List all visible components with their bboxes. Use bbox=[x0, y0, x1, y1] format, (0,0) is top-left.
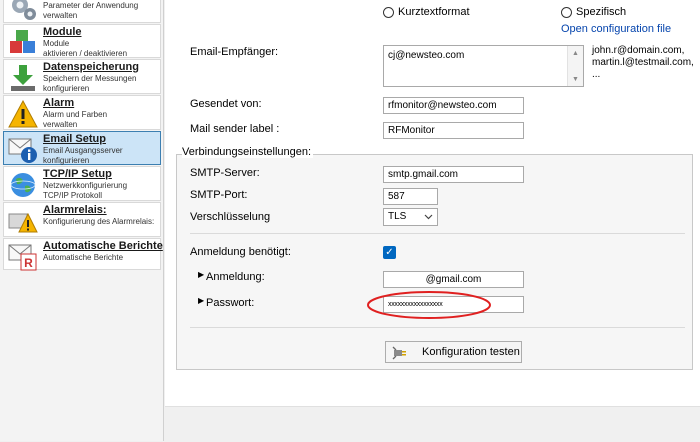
auth-required-label: Anmeldung benötigt: bbox=[190, 246, 291, 258]
sidebar-item-desc: Parameter der Anwendung verwalten bbox=[43, 1, 139, 20]
sidebar-item-desc: Netzwerkkonfigurierung TCP/IP Protokoll bbox=[43, 181, 128, 200]
settings-sidebar: Parameter der Anwendung verwalten Module… bbox=[0, 0, 164, 441]
login-input[interactable]: @gmail.com bbox=[383, 271, 524, 288]
sidebar-item-title: TCP/IP Setup bbox=[43, 168, 112, 180]
auth-required-checkbox[interactable]: ✓ bbox=[383, 246, 396, 259]
cubes-icon bbox=[10, 30, 35, 53]
smtp-server-input[interactable]: smtp.gmail.com bbox=[383, 166, 524, 183]
email-recipient-hint: john.r@domain.com, martin.l@testmail.com… bbox=[592, 45, 694, 80]
scroll-up-icon[interactable]: ▲ bbox=[572, 50, 579, 57]
sidebar-item-title: Alarm bbox=[43, 97, 75, 109]
smtp-port-label: SMTP-Port: bbox=[190, 189, 248, 201]
relay-warning-icon bbox=[8, 212, 38, 233]
scroll-down-icon[interactable]: ▼ bbox=[572, 76, 579, 83]
sidebar-item-desc: Alarm und Farben verwalten bbox=[43, 110, 108, 129]
download-icon bbox=[11, 65, 35, 91]
sidebar-item-desc: Konfigurierung des Alarmrelais: bbox=[43, 217, 155, 226]
sidebar-item-alarm[interactable]: Alarm Alarm und Farben verwalten bbox=[3, 95, 161, 130]
gears-icon bbox=[12, 0, 36, 20]
radio-kurztextformat-label: Kurztextformat bbox=[398, 6, 470, 18]
email-recipient-label: Email-Empfänger: bbox=[190, 46, 279, 58]
email-recipient-textarea[interactable]: cj@newsteo.com ▲ ▼ bbox=[383, 45, 584, 87]
sidebar-item-email-setup[interactable]: Email Setup Email Ausgangsserver konfigu… bbox=[3, 131, 161, 165]
password-label: Passwort: bbox=[206, 297, 255, 309]
expand-arrow-icon[interactable]: ▶ bbox=[198, 270, 204, 279]
sidebar-item-title: Datenspeicherung bbox=[43, 61, 139, 73]
mail-sender-label-label: Mail sender label : bbox=[190, 123, 280, 135]
sidebar-item-desc: Module aktivieren / deaktivieren bbox=[43, 39, 128, 58]
sidebar-item-module[interactable]: Module Module aktivieren / deaktivieren bbox=[3, 24, 161, 58]
chevron-down-icon bbox=[424, 214, 433, 220]
sidebar-item-application[interactable]: Parameter der Anwendung verwalten bbox=[3, 0, 161, 23]
globe-icon bbox=[10, 173, 36, 197]
sidebar-item-title: Email Setup bbox=[43, 133, 106, 145]
encryption-label: Verschlüsselung bbox=[190, 211, 271, 223]
login-label: Anmeldung: bbox=[206, 271, 265, 283]
report-icon: R bbox=[8, 244, 37, 271]
panel-footer bbox=[165, 406, 700, 442]
textarea-scrollbar[interactable]: ▲ ▼ bbox=[567, 46, 583, 86]
sidebar-item-datenspeicherung[interactable]: Datenspeicherung Speichern der Messungen… bbox=[3, 59, 161, 94]
connection-settings-title: Verbindungseinstellungen: bbox=[182, 146, 314, 158]
encryption-selected-value: TLS bbox=[388, 211, 407, 222]
sidebar-item-tcpip-setup[interactable]: TCP/IP Setup Netzwerkkonfigurierung TCP/… bbox=[3, 166, 161, 201]
connection-settings-group bbox=[176, 154, 693, 370]
encryption-select[interactable]: TLS bbox=[383, 208, 438, 226]
open-configuration-file-link[interactable]: Open configuration file bbox=[561, 23, 671, 35]
divider bbox=[190, 327, 685, 328]
email-info-icon bbox=[8, 138, 37, 163]
radio-kurztextformat[interactable] bbox=[383, 7, 394, 18]
test-configuration-label: Konfiguration testen bbox=[422, 346, 520, 358]
sidebar-item-title: Alarmrelais: bbox=[43, 204, 107, 216]
smtp-port-input[interactable]: 587 bbox=[383, 188, 438, 205]
sidebar-item-desc: Email Ausgangsserver konfigurieren bbox=[43, 146, 123, 165]
expand-arrow-icon[interactable]: ▶ bbox=[198, 296, 204, 305]
radio-spezifisch[interactable] bbox=[561, 7, 572, 18]
svg-text:R: R bbox=[24, 256, 33, 270]
plug-icon bbox=[392, 346, 406, 360]
email-recipient-value: cj@newsteo.com bbox=[388, 50, 465, 61]
sidebar-item-alarmrelais[interactable]: Alarmrelais: Konfigurierung des Alarmrel… bbox=[3, 202, 161, 237]
mail-sender-label-input[interactable]: RFMonitor bbox=[383, 122, 524, 139]
warning-icon bbox=[8, 100, 38, 128]
divider bbox=[190, 233, 685, 234]
sent-from-input[interactable]: rfmonitor@newsteo.com bbox=[383, 97, 524, 114]
sidebar-item-title: Module bbox=[43, 26, 82, 38]
sent-from-label: Gesendet von: bbox=[190, 98, 262, 110]
test-configuration-button[interactable]: Konfiguration testen bbox=[385, 341, 522, 363]
radio-spezifisch-label: Spezifisch bbox=[576, 6, 627, 18]
sidebar-item-automatische-berichte[interactable]: R Automatische Berichte Automatische Ber… bbox=[3, 238, 163, 271]
sidebar-item-desc: Speichern der Messungen konfigurieren bbox=[43, 74, 137, 93]
sidebar-item-title: Automatische Berichte bbox=[43, 240, 163, 252]
annotation-highlight-circle bbox=[367, 291, 491, 319]
smtp-server-label: SMTP-Server: bbox=[190, 167, 260, 179]
sidebar-item-desc: Automatische Berichte bbox=[43, 253, 124, 262]
